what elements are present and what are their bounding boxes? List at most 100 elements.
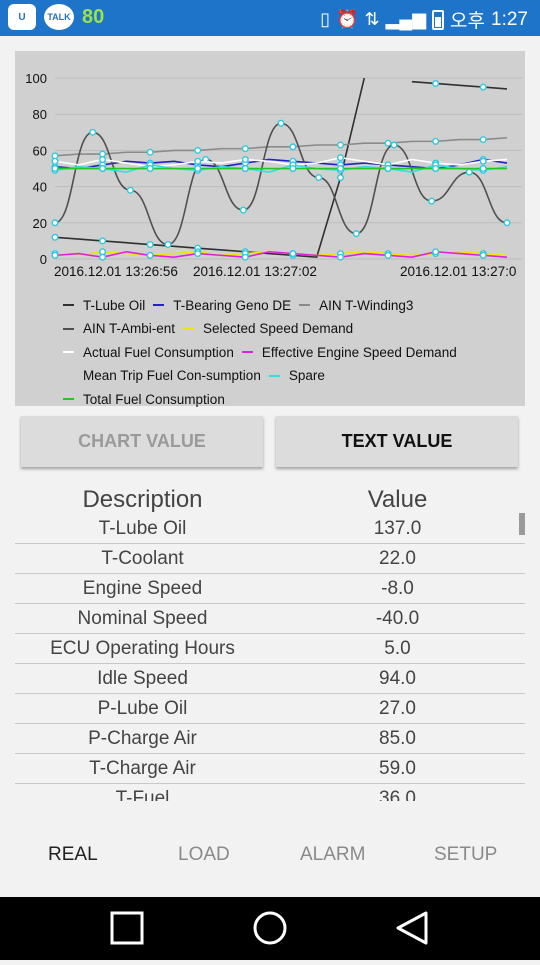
row-description: P-Charge Air [88, 727, 197, 749]
data-point [336, 253, 344, 261]
legend-label: Actual Fuel Consumption [83, 344, 234, 360]
nav-load[interactable]: LOAD [178, 844, 230, 866]
legend-swatch [63, 398, 74, 400]
legend-label: AIN T-Winding3 [319, 297, 414, 313]
notification-badge: 80 [82, 5, 105, 28]
row-value: -8.0 [381, 577, 414, 599]
nav-real[interactable]: REAL [48, 844, 98, 866]
data-point [432, 248, 440, 256]
legend-item: Effective Engine Speed Demand [241, 344, 457, 360]
header-value: Value [367, 486, 428, 513]
home-icon[interactable] [253, 911, 287, 945]
table-row: Idle Speed 94.0 [15, 664, 525, 694]
table-header: Description Value [15, 478, 525, 514]
legend-label: Total Fuel Consumption [83, 391, 225, 407]
status-left: U TALK 80 [8, 4, 104, 30]
data-point [289, 143, 297, 151]
legend-label: Effective Engine Speed Demand [261, 344, 457, 360]
data-point [164, 241, 172, 249]
x-tick-label: 2016.12.01 13:26:56 [54, 264, 178, 279]
row-value: -40.0 [375, 607, 420, 629]
row-description: T-Fuel [115, 787, 170, 802]
data-point [146, 148, 154, 156]
system-nav-icons [110, 911, 428, 945]
y-tick-label: 100 [25, 71, 47, 86]
legend-swatch [63, 351, 74, 353]
value-table[interactable]: Description Value T-Lube Oil 137.0 T-Coola… [15, 478, 525, 801]
data-point [479, 165, 487, 173]
data-point [336, 165, 344, 173]
legend-swatch [63, 327, 74, 330]
data-point [99, 237, 107, 245]
status-bar: U TALK 80 ▯ ⏰ ⇅ ▂▄▆ 오후 1:27 [0, 0, 540, 36]
data-point [146, 165, 154, 173]
table-scrollbar[interactable] [519, 513, 525, 535]
legend-item: Spare [268, 368, 325, 383]
legend-row: AIN T-Ambi-ent Selected Speed Demand [63, 318, 361, 336]
data-point [479, 251, 487, 259]
row-description: Nominal Speed [77, 607, 208, 629]
row-value: 36.0 [379, 787, 416, 802]
data-point [51, 157, 59, 165]
data-point [479, 157, 487, 165]
data-point [241, 145, 249, 153]
row-description: Engine Speed [82, 577, 203, 599]
y-tick-label: 60 [33, 143, 47, 158]
legend-label: Mean Trip Fuel Con-sumption [83, 368, 261, 383]
data-point [194, 157, 202, 165]
data-point [146, 251, 154, 259]
data-point [126, 186, 134, 194]
legend-item: T-Lube Oil [63, 298, 145, 313]
data-point [194, 250, 202, 258]
chart-value-button[interactable]: CHART VALUE [21, 416, 263, 467]
data-point [336, 141, 344, 149]
legend-label: Spare [288, 368, 325, 383]
legend-label: AIN T-Ambi-ent [83, 321, 176, 336]
data-point [99, 165, 107, 173]
data-point [428, 197, 436, 205]
legend-swatch [183, 327, 195, 330]
table-row: Nominal Speed -40.0 [15, 604, 525, 634]
row-description: Idle Speed [97, 667, 188, 689]
data-point [384, 165, 392, 173]
data-point [51, 165, 59, 173]
legend-swatch [153, 304, 165, 306]
nav-setup[interactable]: SETUP [434, 844, 497, 866]
row-description: T-Coolant [101, 547, 184, 569]
legend-swatch [299, 304, 311, 306]
data-point [390, 141, 398, 149]
data-point [51, 233, 59, 241]
data-point [336, 154, 344, 162]
recent-apps-icon[interactable] [110, 911, 144, 945]
legend-label: Selected Speed Demand [203, 321, 354, 336]
network-icon: ⇅ [364, 9, 380, 29]
table-row: T-Lube Oil 137.0 [15, 514, 525, 544]
table-row: P-Lube Oil 27.0 [15, 694, 525, 724]
legend-row: Total Fuel Consumption [63, 388, 233, 407]
row-value: 27.0 [379, 697, 416, 719]
signal-icon: ▂▄▆ [385, 9, 427, 29]
data-point [315, 174, 323, 182]
data-point [336, 174, 344, 182]
legend-item: Total Fuel Consumption [63, 392, 225, 407]
row-description: P-Lube Oil [97, 697, 188, 719]
legend-item: AIN T-Winding3 [299, 298, 413, 313]
legend-row: Actual Fuel Consumption Effective Engine … [63, 341, 465, 360]
legend-item: Mean Trip Fuel Con-sumption [63, 368, 261, 383]
back-icon[interactable] [396, 911, 428, 945]
line-chart[interactable]: 0 20 40 60 80 100 2016.12.01 13:26:56 2016.12.0… [15, 51, 525, 407]
y-tick-label: 20 [33, 216, 47, 231]
legend-swatch [268, 374, 280, 377]
table-row: T-Charge Air 59.0 [15, 754, 525, 784]
legend-swatch [63, 374, 74, 377]
data-point [432, 79, 440, 87]
data-point [89, 128, 97, 136]
text-value-button[interactable]: TEXT VALUE [276, 416, 518, 467]
nav-alarm[interactable]: ALARM [300, 844, 365, 866]
legend-row: T-Lube Oil T-Bearing Geno DE AIN T-Winding… [63, 294, 421, 313]
data-point [146, 241, 154, 249]
y-tick-label: 80 [33, 107, 47, 122]
legend-row: Mean Trip Fuel Con-sumption Spare [63, 365, 333, 383]
ampm-label: 오후 [450, 11, 486, 32]
legend-item: Actual Fuel Consumption [63, 345, 234, 360]
